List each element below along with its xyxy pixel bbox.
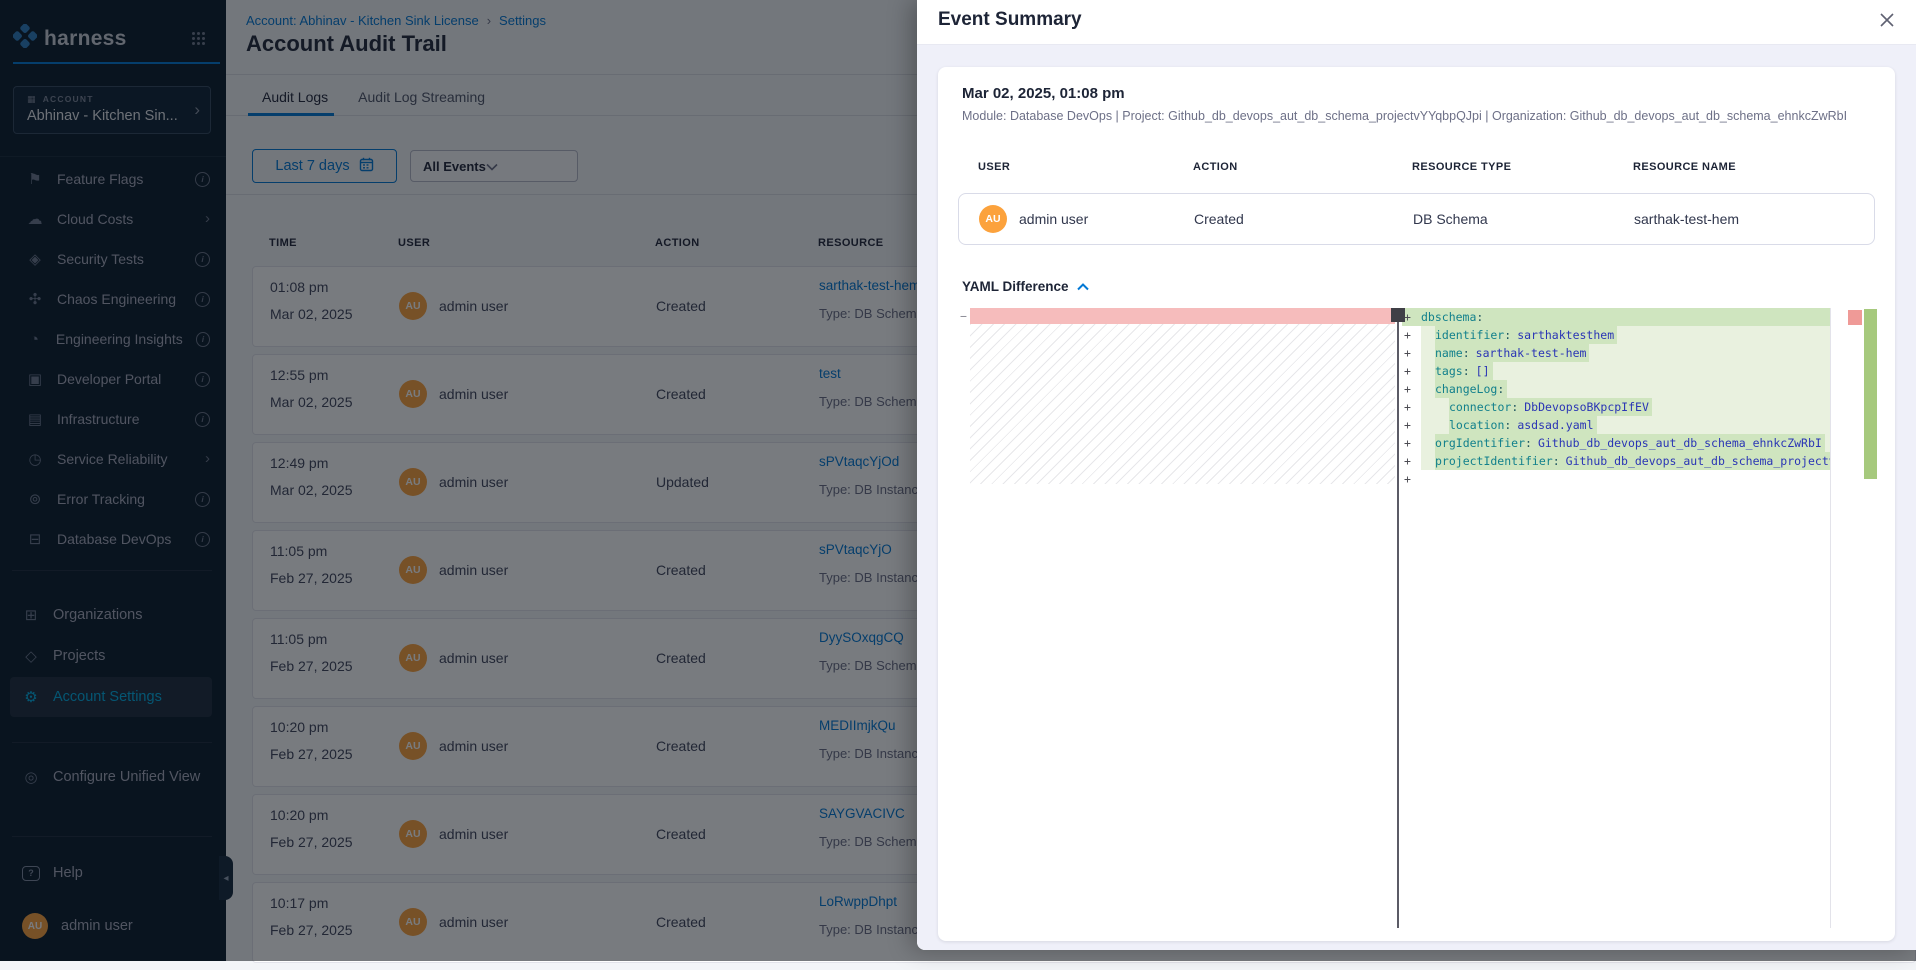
yaml-key: identifier [1435, 328, 1504, 342]
event-table-row: AU admin user Created DB Schema sarthak-… [958, 193, 1875, 245]
event-action: Created [1194, 211, 1413, 227]
diff-right-pane: + dbschema: + identifier:sarthaktesthem … [1402, 308, 1830, 928]
empty-region-hatch [970, 324, 1395, 484]
column-resource-type: RESOURCE TYPE [1412, 161, 1633, 173]
diff-added-line: + identifier:sarthaktesthem [1402, 326, 1830, 344]
diff-added-line: + location:asdsad.yaml [1402, 416, 1830, 434]
yaml-value: sarthak-test-hem [1476, 346, 1587, 360]
diff-added-line: + connector:DbDevopsoBKpcpIfEV [1402, 398, 1830, 416]
yaml-key: location [1449, 418, 1504, 432]
diff-added-line: + dbschema: [1402, 308, 1830, 326]
diff-added-line: + name:sarthak-test-hem [1402, 344, 1830, 362]
close-icon[interactable] [1880, 13, 1896, 29]
yaml-key: orgIdentifier [1435, 436, 1525, 450]
yaml-difference-toggle[interactable]: YAML Difference [962, 279, 1089, 294]
added-line-marker: + [1402, 416, 1421, 434]
diff-sash[interactable] [1397, 308, 1399, 928]
overview-removed-marker [1848, 310, 1862, 325]
column-user: USER [978, 161, 1193, 173]
diff-left-pane [970, 308, 1395, 928]
yaml-value: asdsad.yaml [1517, 418, 1593, 432]
diff-pane-edge [1830, 308, 1831, 928]
column-action: ACTION [1193, 161, 1412, 173]
yaml-value: Github_db_devops_aut_db_schema_projectvY… [1566, 454, 1830, 468]
yaml-value: [] [1476, 364, 1490, 378]
diff-added-line: + projectIdentifier:Github_db_devops_aut… [1402, 452, 1830, 470]
yaml-diff-viewer: − + dbschema: + [958, 308, 1878, 928]
diff-added-line: + : [1402, 470, 1830, 488]
chevron-up-icon [1077, 279, 1089, 294]
added-line-marker: + [1402, 362, 1421, 380]
diff-added-line: + orgIdentifier:Github_db_devops_aut_db_… [1402, 434, 1830, 452]
drawer-header: Event Summary [917, 0, 1916, 45]
drawer-body: Mar 02, 2025, 01:08 pm Module: Database … [917, 45, 1916, 950]
yaml-key: connector [1449, 400, 1511, 414]
added-line-marker: + [1402, 470, 1421, 488]
yaml-value: sarthaktesthem [1517, 328, 1614, 342]
diff-added-line: + changeLog: [1402, 380, 1830, 398]
overview-added-marker [1864, 309, 1877, 479]
added-line-marker: + [1402, 452, 1421, 470]
removed-line-bar [970, 308, 1395, 324]
yaml-key: changeLog [1435, 382, 1497, 396]
event-table-header: USER ACTION RESOURCE TYPE RESOURCE NAME [958, 161, 1875, 173]
removed-line-marker: − [960, 309, 967, 323]
event-user: admin user [1019, 211, 1088, 227]
event-resource-type: DB Schema [1413, 211, 1634, 227]
diff-added-line: + tags:[] [1402, 362, 1830, 380]
drawer-title: Event Summary [938, 9, 1082, 31]
added-line-marker: + [1402, 344, 1421, 362]
event-resource-name: sarthak-test-hem [1634, 211, 1874, 227]
event-timestamp: Mar 02, 2025, 01:08 pm [962, 85, 1125, 102]
event-summary-card: Mar 02, 2025, 01:08 pm Module: Database … [938, 67, 1895, 941]
yaml-key: projectIdentifier [1435, 454, 1553, 468]
added-line-marker: + [1402, 380, 1421, 398]
avatar: AU [979, 205, 1007, 233]
added-line-marker: + [1402, 398, 1421, 416]
added-line-marker: + [1402, 326, 1421, 344]
column-resource-name: RESOURCE NAME [1633, 161, 1875, 173]
yaml-key: dbschema [1421, 310, 1476, 324]
event-meta: Module: Database DevOps | Project: Githu… [962, 109, 1871, 123]
event-summary-drawer: Event Summary Mar 02, 2025, 01:08 pm Mod… [917, 0, 1916, 950]
added-line-marker: + [1402, 434, 1421, 452]
yaml-key: tags [1435, 364, 1463, 378]
yaml-value: DbDevopsoBKpcpIfEV [1524, 400, 1649, 414]
yaml-key: name [1435, 346, 1463, 360]
diff-sash-handle[interactable] [1391, 308, 1405, 322]
yaml-value: Github_db_devops_aut_db_schema_ehnkcZwRb… [1538, 436, 1822, 450]
